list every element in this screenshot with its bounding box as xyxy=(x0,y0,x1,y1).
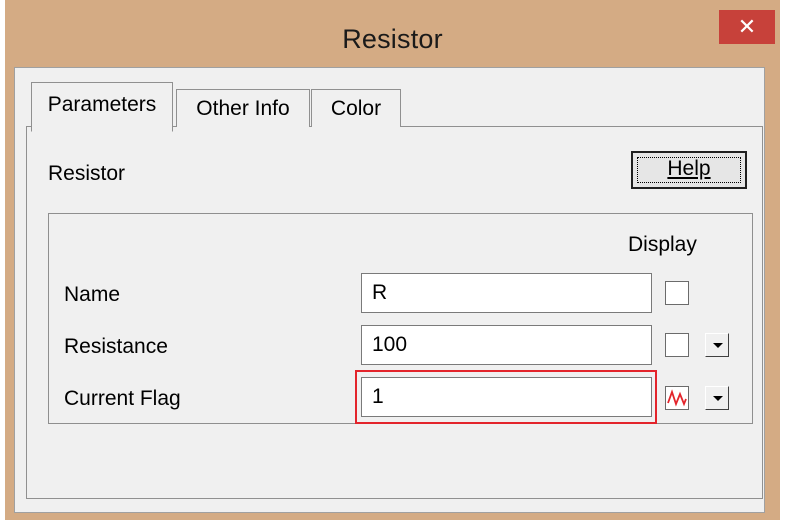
tab-color-label: Color xyxy=(330,97,382,120)
resistance-field[interactable]: 100 xyxy=(361,325,652,365)
close-button[interactable]: ✕ xyxy=(719,10,775,44)
tab-parameters[interactable]: Parameters xyxy=(31,82,173,132)
tab-other-info[interactable]: Other Info xyxy=(176,89,310,127)
window-title: Resistor xyxy=(342,24,443,54)
display-column-header: Display xyxy=(628,233,697,256)
tab-parameters-label: Parameters xyxy=(47,93,157,116)
name-field-value: R xyxy=(372,281,388,304)
resistance-display-checkbox[interactable] xyxy=(665,333,689,357)
current-flag-dropdown-button[interactable] xyxy=(705,386,729,410)
component-heading: Resistor xyxy=(48,162,126,185)
resistance-field-value: 100 xyxy=(372,333,408,356)
tab-color[interactable]: Color xyxy=(311,89,401,127)
name-field[interactable]: R xyxy=(361,273,652,313)
resistance-dropdown-button[interactable] xyxy=(705,333,729,357)
current-flag-highlight xyxy=(355,370,657,424)
current-flag-label: Current Flag xyxy=(64,387,181,410)
tab-other-info-label: Other Info xyxy=(196,97,290,120)
waveform-icon-glyph xyxy=(667,389,687,407)
focus-rectangle xyxy=(637,157,741,183)
name-display-checkbox[interactable] xyxy=(665,281,689,305)
close-icon: ✕ xyxy=(737,14,757,39)
waveform-icon[interactable] xyxy=(665,386,689,410)
name-label: Name xyxy=(64,283,121,306)
resistance-label: Resistance xyxy=(64,335,168,358)
help-button[interactable]: Help xyxy=(631,151,747,189)
